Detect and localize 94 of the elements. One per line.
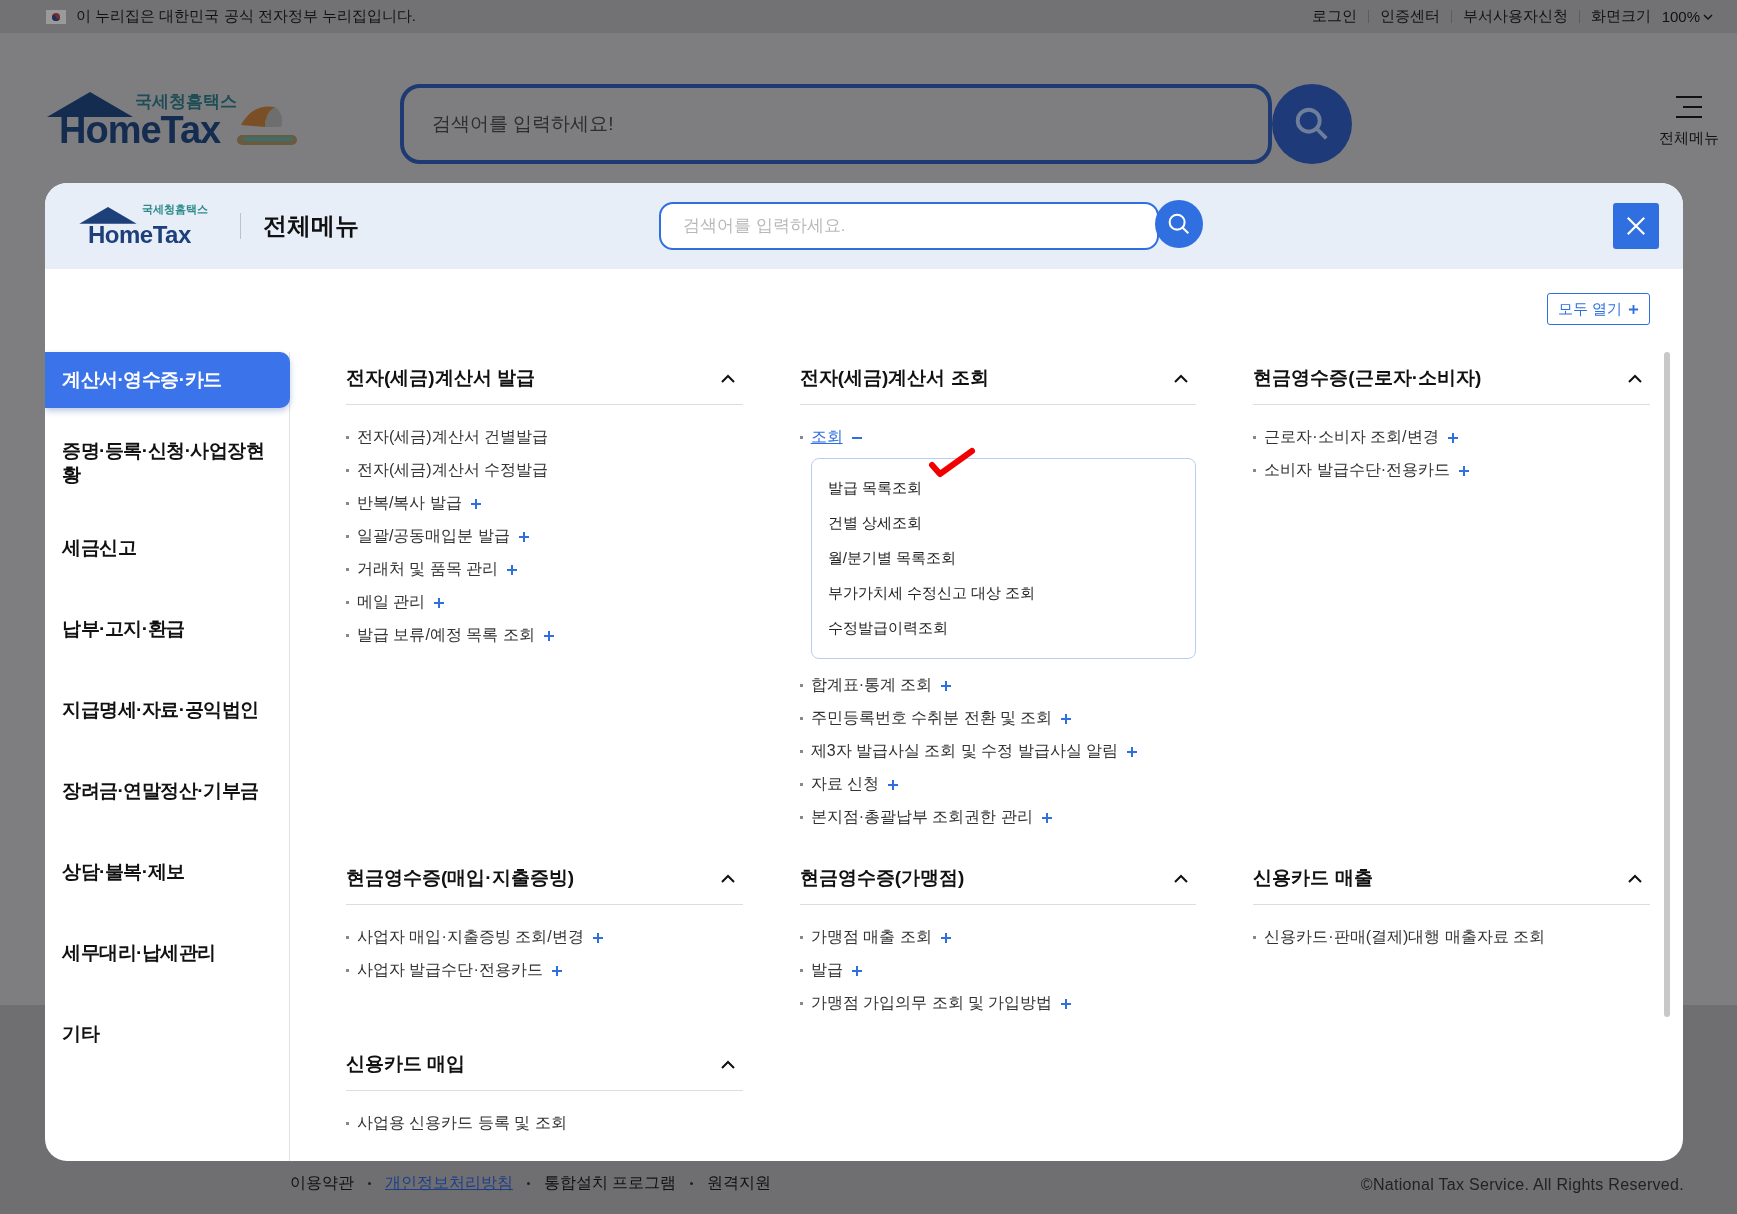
menu-link[interactable]: 자료 신청 <box>810 774 880 795</box>
menu-link[interactable]: 조회 <box>810 427 843 448</box>
sidebar-item[interactable]: 기타 <box>45 1006 289 1062</box>
section-title: 현금영수증(가맹점) <box>799 866 965 890</box>
plus-icon[interactable] <box>939 931 952 944</box>
plus-icon[interactable] <box>850 964 863 977</box>
logo-brand: HomeTax <box>59 111 221 149</box>
plus-icon[interactable] <box>887 778 900 791</box>
plus-icon[interactable] <box>506 563 519 576</box>
menu-link[interactable]: 사업용 신용카드 등록 및 조회 <box>357 1113 567 1134</box>
utility-link[interactable]: 로그인 <box>1311 7 1357 26</box>
menu-icon[interactable] <box>1674 95 1704 119</box>
menu-link[interactable]: 사업자 매입·지출증빙 조회/변경 <box>357 927 584 948</box>
plus-icon[interactable] <box>542 629 555 642</box>
search-field[interactable]: 검색어를 입력하세요. <box>659 202 1159 250</box>
collapse-icon[interactable] <box>1174 373 1189 383</box>
collapse-icon[interactable] <box>720 373 735 383</box>
collapse-icon[interactable] <box>720 1059 735 1069</box>
sidebar-item[interactable]: 계산서·영수증·카드 <box>45 352 290 408</box>
plus-icon[interactable] <box>1060 712 1073 725</box>
submenu-link[interactable]: 발급 목록조회 <box>827 479 922 498</box>
menu-link[interactable]: 발급 <box>810 960 843 981</box>
collapse-icon[interactable] <box>720 873 735 883</box>
logo-subtitle: 국세청홈택스 <box>142 204 208 215</box>
utility-link[interactable]: 부서사용자신청 <box>1462 7 1568 26</box>
section-title: 전자(세금)계산서 발급 <box>346 366 535 390</box>
flag-icon <box>46 9 66 24</box>
menu-link[interactable]: 사업자 발급수단·전용카드 <box>357 960 543 981</box>
menu-link[interactable]: 발급 보류/예정 목록 조회 <box>357 625 535 646</box>
font-size-label: 화면크기 <box>1590 7 1651 26</box>
scrollbar[interactable] <box>1664 352 1670 1017</box>
house-icon <box>78 204 138 226</box>
footer-link[interactable]: 통합설치 프로그램 <box>544 1173 677 1194</box>
plus-icon[interactable] <box>1060 997 1073 1010</box>
caret-icon <box>1703 13 1713 20</box>
submenu-link[interactable]: 수정발급이력조회 <box>827 619 948 638</box>
expand-all-button[interactable]: 모두 열기 <box>1546 293 1650 325</box>
menu-link[interactable]: 일괄/공동매입분 발급 <box>357 526 510 547</box>
menu-link[interactable]: 거래처 및 품목 관리 <box>357 559 499 580</box>
menu-link[interactable]: 전자(세금)계산서 건별발급 <box>357 427 549 448</box>
submenu-link[interactable]: 건별 상세조회 <box>827 514 922 533</box>
section-title: 신용카드 매출 <box>1253 866 1373 890</box>
menu-link[interactable]: 본지점·총괄납부 조회권한 관리 <box>810 807 1033 828</box>
plus-icon <box>1628 303 1639 315</box>
sidebar-item[interactable]: 세금신고 <box>45 520 289 576</box>
plus-icon[interactable] <box>433 596 446 609</box>
plus-icon[interactable] <box>1446 431 1459 444</box>
collapse-icon[interactable] <box>1174 873 1189 883</box>
plus-icon[interactable] <box>1040 811 1053 824</box>
section-title: 신용카드 매입 <box>346 1052 466 1076</box>
plus-icon[interactable] <box>940 679 953 692</box>
plus-icon[interactable] <box>469 497 482 510</box>
gov-banner-text: 이 누리집은 대한민국 공식 전자정부 누리집입니다. <box>76 7 416 26</box>
collapse-icon[interactable] <box>1628 373 1642 383</box>
plus-icon[interactable] <box>1126 745 1139 758</box>
section-title: 전자(세금)계산서 조회 <box>799 366 989 390</box>
sidebar-item[interactable]: 증명·등록·신청·사업장현황 <box>45 431 289 495</box>
collapse-icon[interactable] <box>1628 873 1642 883</box>
menu-link[interactable]: 주민등록번호 수취분 전환 및 조회 <box>810 708 1053 729</box>
logo-subtitle: 국세청홈택스 <box>135 93 237 110</box>
utility-link[interactable]: 인증센터 <box>1379 7 1440 26</box>
plus-icon[interactable] <box>591 931 604 944</box>
footer-link[interactable]: 이용약관 <box>290 1173 354 1194</box>
menu-link[interactable]: 신용카드·판매(결제)대행 매출자료 조회 <box>1264 927 1546 948</box>
footer-link[interactable]: 원격지원 <box>707 1173 772 1194</box>
section-title: 현금영수증(매입·지출증빙) <box>346 866 574 890</box>
plus-icon[interactable] <box>1458 464 1471 477</box>
close-icon <box>1625 215 1647 237</box>
copyright: ©National Tax Service. All Rights Reserved. <box>1360 1176 1684 1194</box>
menu-link[interactable]: 반복/복사 발급 <box>357 493 462 514</box>
menu-link[interactable]: 근로자·소비자 조회/변경 <box>1264 427 1439 448</box>
submenu-link[interactable]: 월/분기별 목록조회 <box>827 549 956 568</box>
sidebar-item[interactable]: 세무대리·납세관리 <box>45 925 289 981</box>
menu-link[interactable]: 가맹점 매출 조회 <box>810 927 932 948</box>
menu-link[interactable]: 가맹점 가입의무 조회 및 가입방법 <box>810 993 1053 1014</box>
menu-link[interactable]: 합계표·통계 조회 <box>810 675 933 696</box>
plus-icon[interactable] <box>550 964 563 977</box>
sidebar-item[interactable]: 지급명세·자료·공익법인 <box>45 682 289 738</box>
section-title: 현금영수증(근로자·소비자) <box>1253 366 1482 390</box>
menu-link[interactable]: 제3자 발급사실 조회 및 수정 발급사실 알림 <box>810 741 1119 762</box>
logo-brand: HomeTax <box>88 223 191 247</box>
menu-link[interactable]: 전자(세금)계산서 수정발급 <box>357 460 549 481</box>
menu-link[interactable]: 메일 관리 <box>357 592 426 613</box>
menu-label: 전체메뉴 <box>1659 129 1719 148</box>
font-size-select[interactable]: 100% <box>1661 8 1713 25</box>
submenu-link[interactable]: 부가가치세 수정신고 대상 조회 <box>827 584 1036 603</box>
sidebar-item[interactable]: 상담·불복·제보 <box>45 844 289 900</box>
sidebar-item[interactable]: 납부·고지·환급 <box>45 601 289 657</box>
menu-link[interactable]: 소비자 발급수단·전용카드 <box>1264 460 1451 481</box>
plus-icon[interactable] <box>517 530 530 543</box>
sidebar-item[interactable]: 장려금·연말정산·기부금 <box>45 763 289 819</box>
search-field[interactable]: 검색어를 입력하세요! <box>400 84 1272 164</box>
dialog-title: 전체메뉴 <box>263 211 359 241</box>
close-button[interactable] <box>1613 203 1659 249</box>
